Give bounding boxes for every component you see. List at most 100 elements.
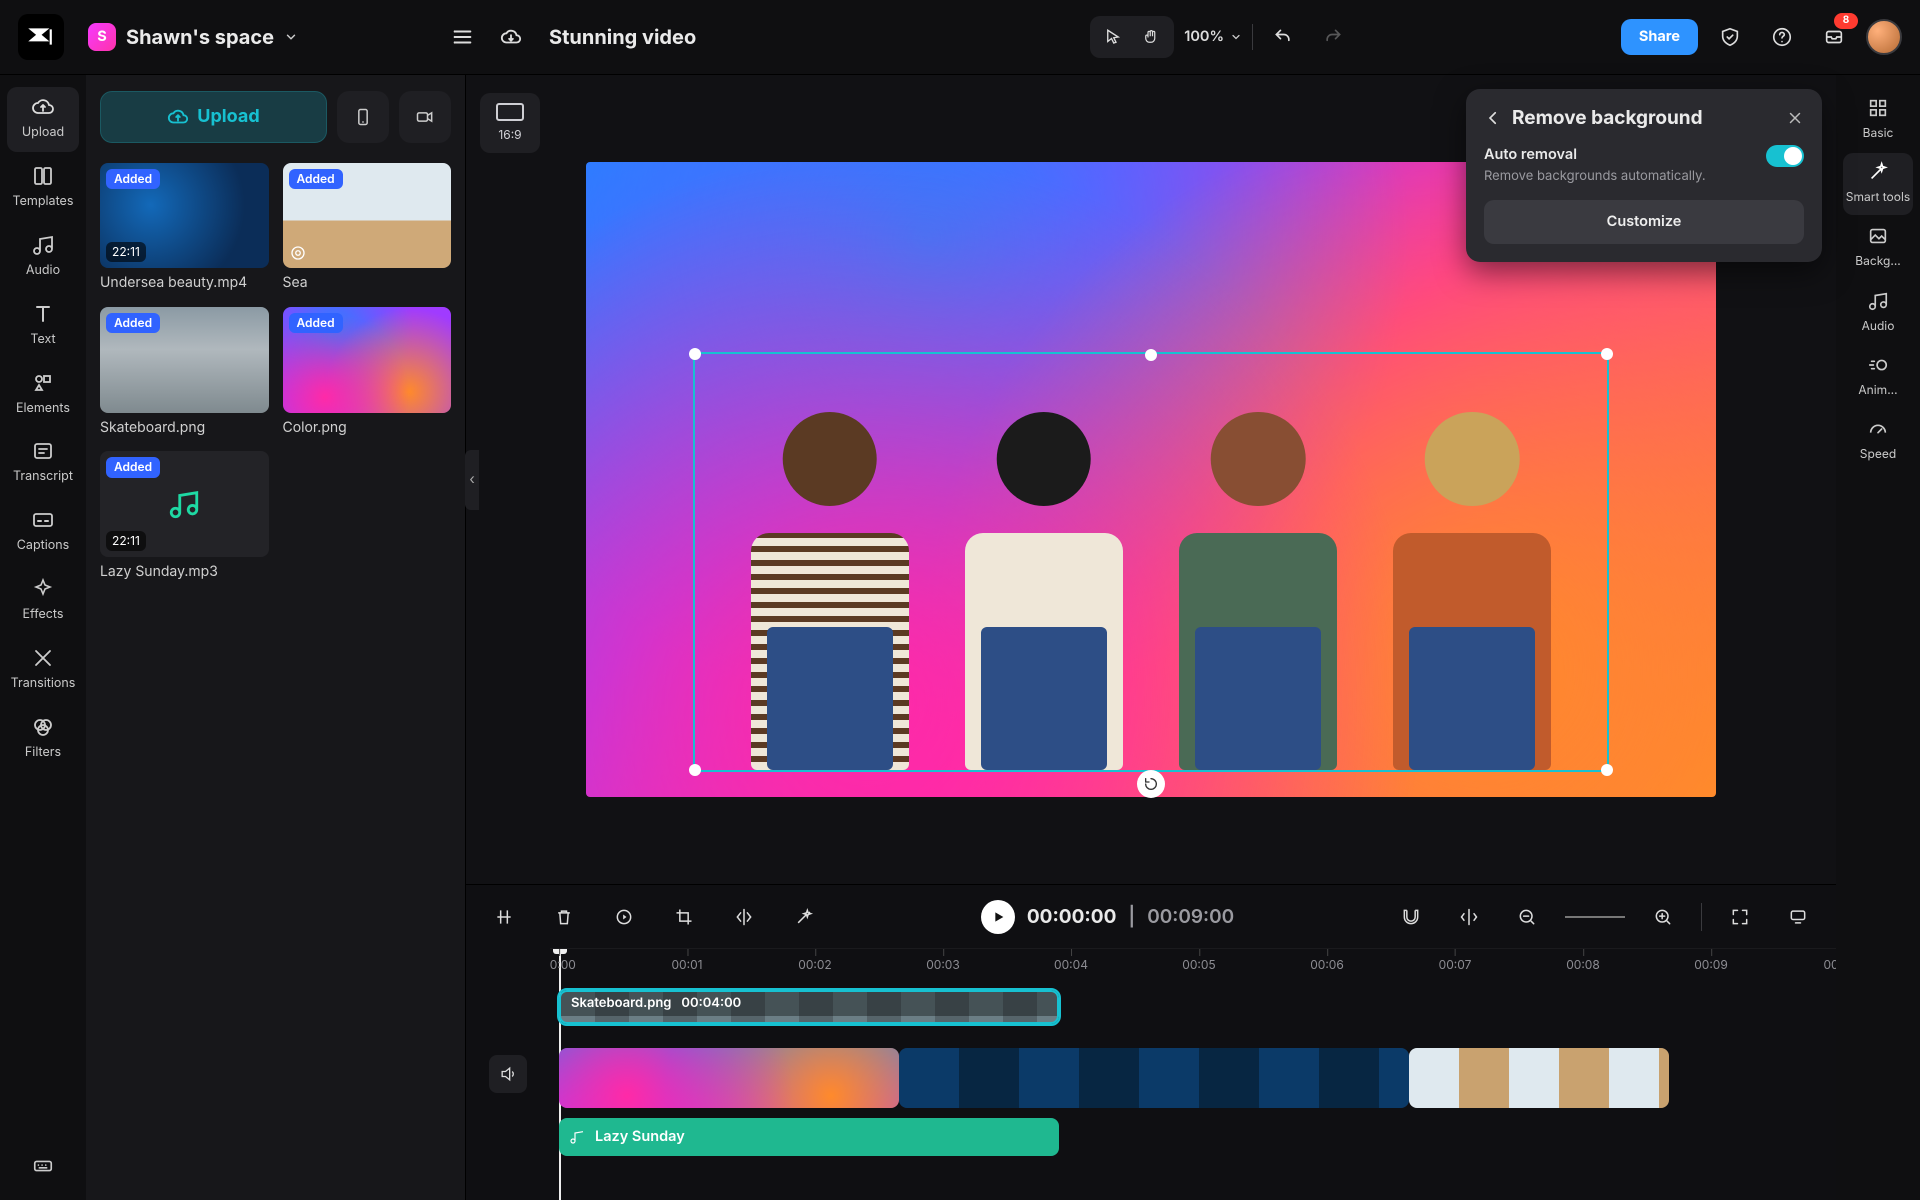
zoom-slider[interactable]: [1565, 916, 1625, 918]
text-icon: [31, 302, 55, 326]
keyboard-button[interactable]: [23, 1146, 63, 1186]
added-badge: Added: [289, 313, 343, 333]
undo-button[interactable]: [1263, 17, 1303, 57]
resize-handle[interactable]: [689, 764, 701, 776]
ruler[interactable]: 00:0000:0100:0200:0300:0400:0500:0600:07…: [550, 948, 1836, 982]
ruler-tick: 00:10: [1823, 957, 1836, 973]
resize-handle[interactable]: [1145, 349, 1157, 361]
undo-icon: [1273, 27, 1293, 47]
help-button[interactable]: [1762, 17, 1802, 57]
track-audio[interactable]: Lazy Sunday: [550, 1116, 1836, 1158]
play-button[interactable]: [981, 900, 1015, 934]
rail-filters[interactable]: Filters: [7, 707, 79, 772]
user-avatar[interactable]: [1866, 19, 1902, 55]
app-logo[interactable]: [18, 14, 64, 60]
grid-icon: [1867, 97, 1889, 119]
share-button[interactable]: Share: [1621, 19, 1698, 55]
hand-icon: [1142, 28, 1160, 46]
redo-button[interactable]: [1313, 17, 1353, 57]
rotate-handle[interactable]: [1137, 770, 1165, 798]
hand-tool[interactable]: [1134, 20, 1168, 54]
workspace-avatar: S: [88, 23, 116, 51]
media-thumb[interactable]: Added: [283, 307, 452, 412]
aspect-ratio-button[interactable]: 16:9: [480, 93, 540, 153]
clip-sea[interactable]: [1409, 1048, 1669, 1108]
rs-audio[interactable]: Audio: [1843, 282, 1913, 344]
upload-button[interactable]: Upload: [100, 91, 327, 143]
enhance-button[interactable]: [784, 897, 824, 937]
rail-elements[interactable]: Elements: [7, 363, 79, 428]
safety-button[interactable]: [1710, 17, 1750, 57]
shield-check-icon: [1719, 26, 1741, 48]
clip-color[interactable]: [559, 1048, 899, 1108]
auto-removal-sub: Remove backgrounds automatically.: [1484, 168, 1706, 186]
clip-audio[interactable]: Lazy Sunday: [559, 1118, 1059, 1156]
zoom-in-button[interactable]: [1643, 897, 1683, 937]
workspace-name: Shawn's space: [126, 24, 274, 51]
magnet-button[interactable]: [1391, 897, 1431, 937]
media-thumb[interactable]: Added: [283, 163, 452, 268]
rail-templates[interactable]: Templates: [7, 156, 79, 221]
rs-background[interactable]: Backg...: [1843, 217, 1913, 279]
resize-handle[interactable]: [689, 348, 701, 360]
snap-button[interactable]: [1449, 897, 1489, 937]
mirror-button[interactable]: [724, 897, 764, 937]
selection-box[interactable]: [693, 352, 1608, 772]
media-item[interactable]: Added Sea: [283, 163, 452, 293]
clip-skateboard[interactable]: Skateboard.png 00:04:00: [559, 990, 1059, 1024]
ruler-tick: 00:00: [550, 957, 576, 973]
workspace-selector[interactable]: S Shawn's space: [78, 17, 308, 57]
media-thumb[interactable]: Added 22:11: [100, 163, 269, 268]
media-thumb[interactable]: Added 22:11: [100, 451, 269, 556]
close-icon[interactable]: [1786, 109, 1804, 127]
auto-removal-toggle[interactable]: [1766, 145, 1804, 167]
zoom-out-icon: [1517, 907, 1537, 927]
crop-button[interactable]: [664, 897, 704, 937]
media-item[interactable]: Added 22:11 Undersea beauty.mp4: [100, 163, 269, 293]
inbox-button[interactable]: [1814, 17, 1854, 57]
popover-title: Remove background: [1512, 105, 1776, 131]
ruler-tick: 00:03: [926, 957, 960, 973]
rs-speed[interactable]: Speed: [1843, 410, 1913, 472]
media-item[interactable]: Added Skateboard.png: [100, 307, 269, 437]
rail-audio[interactable]: Audio: [7, 225, 79, 290]
clip-undersea[interactable]: [899, 1048, 1409, 1108]
timeline[interactable]: 00:0000:0100:0200:0300:0400:0500:0600:07…: [466, 948, 1836, 1200]
resize-handle[interactable]: [1601, 764, 1613, 776]
rail-captions[interactable]: Captions: [7, 500, 79, 565]
back-icon[interactable]: [1484, 109, 1502, 127]
outline-panel-button[interactable]: [443, 17, 483, 57]
track-mute-button[interactable]: [489, 1055, 527, 1093]
customize-button[interactable]: Customize: [1484, 200, 1804, 244]
layout-button[interactable]: [1778, 897, 1818, 937]
canvas-area[interactable]: 16:9 ‹: [466, 75, 1836, 884]
rail-transcript[interactable]: Transcript: [7, 431, 79, 496]
rail-upload[interactable]: Upload: [7, 87, 79, 152]
resize-handle[interactable]: [1601, 348, 1613, 360]
track-video-2[interactable]: [550, 1046, 1836, 1110]
split-button[interactable]: [484, 897, 524, 937]
list-icon: [452, 26, 474, 48]
delete-button[interactable]: [544, 897, 584, 937]
fit-button[interactable]: [1720, 897, 1760, 937]
track-video-1[interactable]: Skateboard.png 00:04:00: [550, 988, 1836, 1040]
record-button[interactable]: [399, 91, 451, 143]
zoom-indicator[interactable]: 100%: [1184, 27, 1242, 47]
magnet-icon: [1401, 907, 1421, 927]
rail-text[interactable]: Text: [7, 294, 79, 359]
rail-effects[interactable]: Effects: [7, 569, 79, 634]
collapse-panel-button[interactable]: ‹: [465, 450, 479, 510]
rail-transitions[interactable]: Transitions: [7, 638, 79, 703]
media-item[interactable]: Added Color.png: [283, 307, 452, 437]
pointer-tool[interactable]: [1096, 20, 1130, 54]
rs-basic[interactable]: Basic: [1843, 89, 1913, 151]
project-title[interactable]: Stunning video: [549, 24, 696, 51]
cloud-save-button[interactable]: [491, 17, 531, 57]
zoom-out-button[interactable]: [1507, 897, 1547, 937]
rs-smart-tools[interactable]: Smart tools: [1843, 153, 1913, 215]
phone-button[interactable]: [337, 91, 389, 143]
rs-animation[interactable]: Anim...: [1843, 346, 1913, 408]
media-item[interactable]: Added 22:11 Lazy Sunday.mp3: [100, 451, 269, 581]
retime-button[interactable]: [604, 897, 644, 937]
media-thumb[interactable]: Added: [100, 307, 269, 412]
